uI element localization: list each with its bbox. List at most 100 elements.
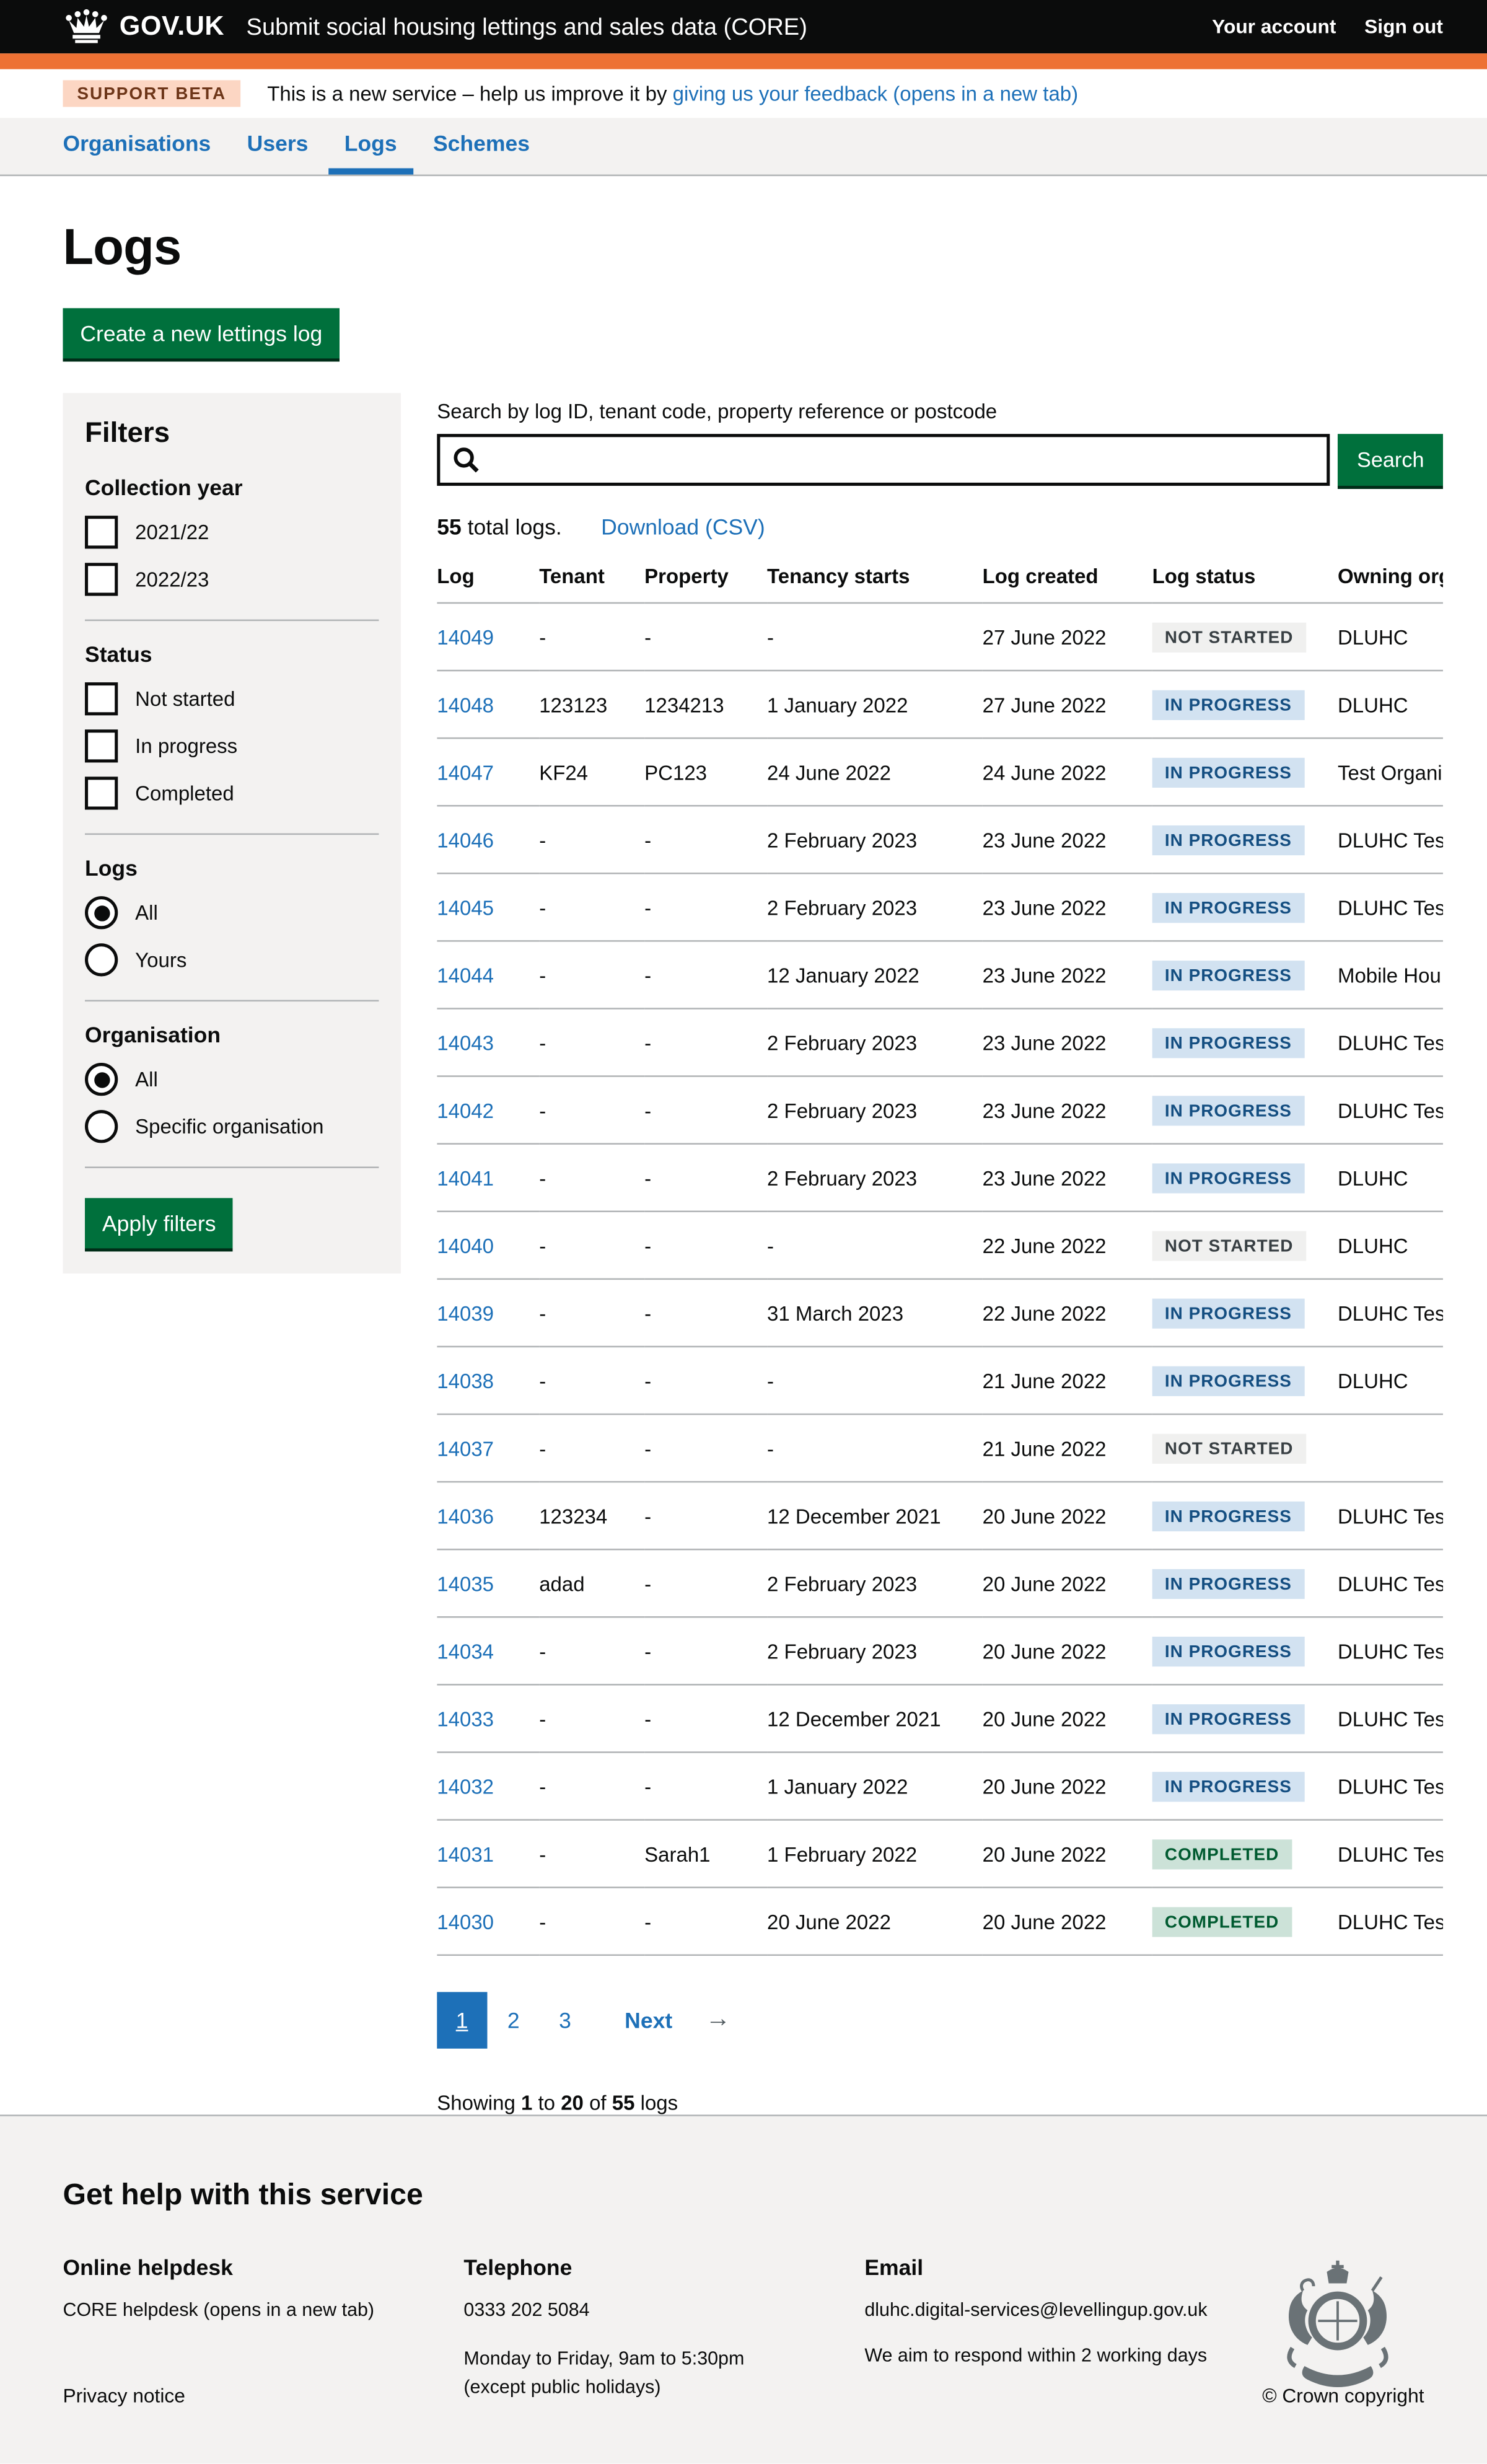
tenant-cell: - [539, 1415, 644, 1482]
primary-nav: Organisations Users Logs Schemes [0, 118, 1487, 177]
govuk-logo-link[interactable]: GOV.UK [63, 8, 224, 46]
checkbox-row-completed[interactable]: Completed [85, 777, 379, 810]
tenancy-starts-cell: 1 January 2022 [767, 671, 983, 739]
arrow-right-icon: → [705, 2007, 730, 2035]
owning-org-cell: DLUHC Tes [1338, 1550, 1443, 1617]
log-id-link[interactable]: 14037 [437, 1438, 494, 1461]
checkbox-2021-22[interactable] [85, 516, 118, 549]
radio-row-org-all[interactable]: All [85, 1063, 379, 1096]
table-row: 14043 - - 2 February 2023 23 June 2022 I… [437, 1010, 1443, 1077]
property-cell: 1234213 [644, 671, 767, 739]
log-created-cell: 23 June 2022 [983, 1077, 1152, 1145]
nav-item-logs[interactable]: Logs [328, 118, 413, 175]
tenancy-starts-cell: 1 January 2022 [767, 1753, 983, 1821]
crown-copyright-link[interactable]: © Crown copyright [1262, 2385, 1424, 2408]
radio-row-logs-yours[interactable]: Yours [85, 944, 379, 977]
log-id-link[interactable]: 14049 [437, 627, 494, 650]
log-id-link[interactable]: 14035 [437, 1573, 494, 1596]
email-link[interactable]: dluhc.digital-services@levellingup.gov.u… [864, 2299, 1207, 2321]
log-id-link[interactable]: 14039 [437, 1303, 494, 1326]
create-lettings-log-button[interactable]: Create a new lettings log [63, 309, 340, 359]
checkbox-row-in-progress[interactable]: In progress [85, 730, 379, 763]
log-id-link[interactable]: 14047 [437, 762, 494, 785]
search-button[interactable]: Search [1338, 434, 1443, 486]
feedback-link[interactable]: giving us your feedback (opens in a new … [673, 82, 1079, 105]
nav-item-users[interactable]: Users [231, 118, 323, 175]
table-row: 14033 - - 12 December 2021 20 June 2022 … [437, 1685, 1443, 1753]
log-id-link[interactable]: 14030 [437, 1911, 494, 1935]
log-id-link[interactable]: 14044 [437, 964, 494, 988]
status-badge: IN PROGRESS [1152, 1029, 1305, 1058]
sign-out-link[interactable]: Sign out [1364, 16, 1443, 38]
owning-org-cell: DLUHC Tes [1338, 1077, 1443, 1145]
tenant-cell: - [539, 1010, 644, 1077]
property-cell: - [644, 874, 767, 941]
status-badge: IN PROGRESS [1152, 1705, 1305, 1735]
apply-filters-button[interactable]: Apply filters [85, 1199, 233, 1249]
radio-org-specific[interactable] [85, 1111, 118, 1143]
table-row: 14031 - Sarah1 1 February 2022 20 June 2… [437, 1821, 1443, 1888]
log-created-cell: 20 June 2022 [983, 1753, 1152, 1821]
col-header-tenancy-starts: Tenancy starts [767, 543, 983, 604]
core-helpdesk-link[interactable]: CORE helpdesk (opens in a new tab) [63, 2299, 374, 2321]
checkbox-in-progress[interactable] [85, 730, 118, 763]
pagination-page-2[interactable]: 2 [488, 1992, 538, 2049]
tenancy-starts-cell: 2 February 2023 [767, 874, 983, 941]
property-cell: - [644, 1415, 767, 1482]
log-id-link[interactable]: 14034 [437, 1640, 494, 1664]
nav-item-schemes[interactable]: Schemes [418, 118, 546, 175]
log-id-link[interactable]: 14041 [437, 1168, 494, 1191]
radio-logs-all[interactable] [85, 897, 118, 930]
radio-logs-yours[interactable] [85, 944, 118, 977]
search-input[interactable] [440, 438, 1327, 483]
page-root: GOV.UK Submit social housing lettings an… [0, 0, 1487, 2463]
log-id-link[interactable]: 14048 [437, 694, 494, 718]
checkbox-label: Not started [135, 688, 235, 711]
owning-org-cell: Test Organi [1338, 739, 1443, 806]
checkbox-row-not-started[interactable]: Not started [85, 683, 379, 716]
log-created-cell: 22 June 2022 [983, 1212, 1152, 1280]
tenancy-starts-cell: 12 January 2022 [767, 941, 983, 1009]
checkbox-row-2021-22[interactable]: 2021/22 [85, 516, 379, 549]
log-id-link[interactable]: 14040 [437, 1235, 494, 1259]
collection-year-label: Collection year [85, 475, 379, 501]
tenancy-starts-cell: 24 June 2022 [767, 739, 983, 806]
checkbox-completed[interactable] [85, 777, 118, 810]
pagination-page-3[interactable]: 3 [540, 1992, 590, 2049]
log-id-link[interactable]: 14031 [437, 1843, 494, 1867]
service-name-link[interactable]: Submit social housing lettings and sales… [247, 14, 1213, 40]
log-created-cell: 20 June 2022 [983, 1617, 1152, 1685]
property-cell: - [644, 1077, 767, 1145]
download-csv-link[interactable]: Download (CSV) [601, 515, 765, 540]
nav-item-organisations[interactable]: Organisations [47, 118, 227, 175]
log-id-link[interactable]: 14043 [437, 1032, 494, 1055]
pagination-page-1-current[interactable]: 1 [437, 1992, 487, 2049]
log-status-cell: IN PROGRESS [1152, 1077, 1338, 1145]
tenancy-starts-cell: 2 February 2023 [767, 1550, 983, 1617]
log-id-link[interactable]: 14046 [437, 829, 494, 853]
log-status-cell: NOT STARTED [1152, 604, 1338, 671]
pagination: 1 2 3 Next → [437, 1992, 1443, 2049]
owning-org-cell: DLUHC Tes [1338, 1821, 1443, 1888]
checkbox-not-started[interactable] [85, 683, 118, 716]
checkbox-row-2022-23[interactable]: 2022/23 [85, 563, 379, 596]
property-cell: - [644, 1550, 767, 1617]
col-header-log: Log [437, 543, 539, 604]
privacy-notice-link[interactable]: Privacy notice [63, 2385, 185, 2408]
checkbox-2022-23[interactable] [85, 563, 118, 596]
pagination-next-link[interactable]: Next [606, 1992, 691, 2049]
log-id-link[interactable]: 14036 [437, 1505, 494, 1529]
your-account-link[interactable]: Your account [1212, 16, 1336, 38]
radio-row-logs-all[interactable]: All [85, 897, 379, 930]
showing-suffix: logs [634, 2092, 678, 2115]
table-row: 14046 - - 2 February 2023 23 June 2022 I… [437, 806, 1443, 874]
log-id-link[interactable]: 14038 [437, 1370, 494, 1394]
owning-org-cell: DLUHC Tes [1338, 1617, 1443, 1685]
log-id-link[interactable]: 14033 [437, 1708, 494, 1731]
radio-org-all[interactable] [85, 1063, 118, 1096]
radio-row-org-specific[interactable]: Specific organisation [85, 1111, 379, 1143]
phase-banner: SUPPORT BETA This is a new service – hel… [0, 69, 1487, 118]
log-id-link[interactable]: 14045 [437, 897, 494, 920]
log-id-link[interactable]: 14032 [437, 1775, 494, 1799]
log-id-link[interactable]: 14042 [437, 1099, 494, 1123]
